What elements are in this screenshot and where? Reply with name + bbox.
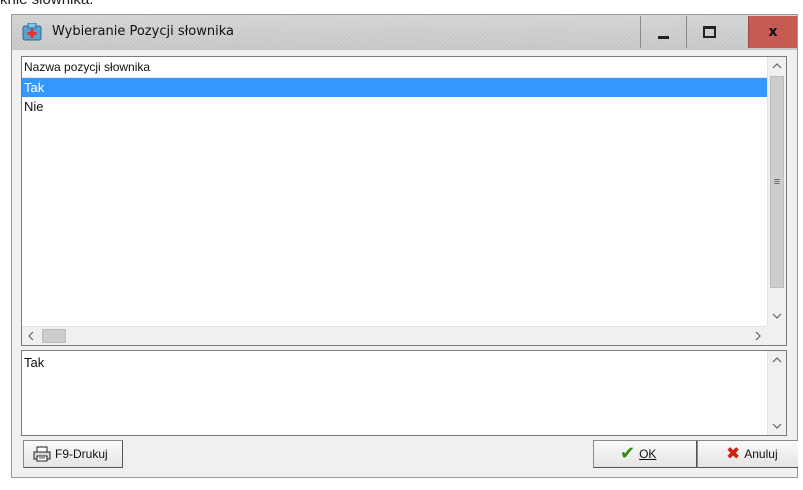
checkmark-icon: ✔ xyxy=(620,443,636,464)
scroll-down-icon[interactable] xyxy=(768,307,786,325)
ok-button-label: OK xyxy=(639,447,657,461)
list-vertical-scrollbar[interactable]: ≡ xyxy=(767,57,786,326)
cropped-caption-text: knie słownika. xyxy=(0,0,93,9)
list-horizontal-scrollbar[interactable] xyxy=(22,326,767,345)
dictionary-items-list[interactable]: Nazwa pozycji słownika Tak Nie ≡ xyxy=(21,56,787,346)
ok-button[interactable]: ✔ OK xyxy=(593,440,697,468)
list-item-nie[interactable]: Nie xyxy=(22,97,767,116)
window-title: Wybieranie Pozycji słownika xyxy=(52,24,234,39)
dictionary-selection-window: Wybieranie Pozycji słownika x Nazwa pozy… xyxy=(11,14,798,478)
title-bar[interactable]: Wybieranie Pozycji słownika x xyxy=(12,15,797,50)
close-button[interactable]: x xyxy=(748,16,797,48)
printer-icon xyxy=(33,446,51,462)
maximize-button[interactable] xyxy=(686,16,732,48)
print-button-label: F9-Drukuj xyxy=(55,447,108,461)
detail-scroll-up-icon[interactable] xyxy=(768,351,786,369)
cancel-button[interactable]: ✖ Anuluj xyxy=(697,440,798,468)
cancel-x-icon: ✖ xyxy=(726,443,741,464)
app-icon xyxy=(22,23,42,41)
scroll-left-icon[interactable] xyxy=(22,327,40,345)
maximize-icon xyxy=(703,26,716,38)
detail-scroll-down-icon[interactable] xyxy=(768,417,786,435)
minimize-button[interactable] xyxy=(640,16,686,48)
detail-text: Tak xyxy=(24,355,45,370)
list-column-header[interactable]: Nazwa pozycji słownika xyxy=(24,60,150,74)
detail-vertical-scrollbar[interactable] xyxy=(767,351,786,435)
scroll-right-icon[interactable] xyxy=(749,327,767,345)
grip-icon: ≡ xyxy=(773,176,781,188)
scroll-up-icon[interactable] xyxy=(768,57,786,75)
cancel-button-label: Anuluj xyxy=(744,447,778,461)
list-vertical-thumb[interactable]: ≡ xyxy=(770,76,784,288)
list-item-tak[interactable]: Tak xyxy=(22,78,767,97)
scrollbar-corner xyxy=(767,326,786,345)
selected-item-detail[interactable]: Tak xyxy=(21,350,787,436)
minimize-icon xyxy=(658,35,669,39)
list-horizontal-thumb[interactable] xyxy=(42,329,66,343)
print-button[interactable]: F9-Drukuj xyxy=(23,440,123,468)
close-icon: x xyxy=(768,24,778,40)
